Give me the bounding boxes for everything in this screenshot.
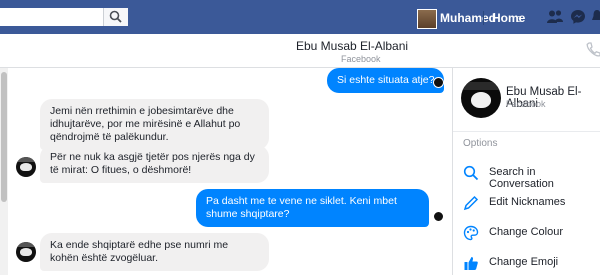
search-icon bbox=[463, 165, 479, 181]
search-icon bbox=[109, 10, 122, 23]
user-avatar[interactable] bbox=[417, 9, 437, 29]
divider bbox=[453, 131, 600, 132]
thumbs-up-icon bbox=[464, 257, 478, 270]
pencil-icon bbox=[463, 195, 479, 211]
option-label: Edit Nicknames bbox=[489, 196, 566, 208]
sender-avatar[interactable] bbox=[16, 157, 36, 177]
scrollbar-thumb[interactable] bbox=[1, 72, 7, 202]
sender-avatar[interactable] bbox=[16, 242, 36, 262]
home-badge: 3 bbox=[517, 15, 522, 24]
option-label: Change Emoji bbox=[489, 256, 559, 268]
message-incoming[interactable]: Jemi nën rrethimin e jobesimtarëve dhe i… bbox=[40, 99, 269, 150]
palette-icon bbox=[463, 225, 479, 241]
options-heading: Options bbox=[463, 138, 498, 149]
seen-avatar bbox=[433, 77, 444, 88]
option-label: Change Colour bbox=[489, 226, 563, 238]
conversation-details-panel: Ebu Musab El-Albani Facebook Options Sea… bbox=[452, 68, 600, 275]
option-edit-nicknames[interactable]: Edit Nicknames bbox=[463, 192, 600, 214]
option-search-in-conversation[interactable]: Search in Conversation bbox=[463, 162, 600, 190]
notifications-icon[interactable] bbox=[592, 9, 600, 25]
contact-avatar[interactable] bbox=[461, 78, 501, 118]
message-outgoing[interactable]: Pa dasht me te vene ne siklet. Keni mbet… bbox=[196, 189, 429, 227]
message-outgoing[interactable]: Si eshte situata atje? bbox=[327, 68, 445, 93]
option-change-emoji[interactable]: Change Emoji bbox=[463, 252, 600, 274]
contact-subtitle: Facebook bbox=[506, 99, 546, 109]
conversation-title[interactable]: Ebu Musab El-Albani bbox=[296, 39, 408, 53]
message-incoming[interactable]: Për ne nuk ka asgjë tjetër pos njerës ng… bbox=[40, 145, 269, 183]
message-incoming[interactable]: Ka ende shqiptarë edhe pse numri me kohë… bbox=[40, 233, 269, 271]
top-navigation-bar: Muhamed Home 3 bbox=[0, 0, 600, 34]
conversation-subtitle: Facebook bbox=[341, 54, 381, 64]
search-button[interactable] bbox=[103, 8, 128, 26]
option-change-colour[interactable]: Change Colour bbox=[463, 222, 600, 244]
option-label: Search in Conversation bbox=[489, 166, 554, 190]
messenger-icon[interactable] bbox=[570, 9, 586, 25]
conversation-header: Ebu Musab El-Albani Facebook bbox=[0, 34, 600, 68]
search-input[interactable] bbox=[0, 8, 128, 26]
friend-requests-icon[interactable] bbox=[546, 9, 564, 25]
divider bbox=[483, 11, 484, 25]
seen-avatar bbox=[433, 211, 444, 222]
profile-link[interactable]: Muhamed bbox=[440, 11, 496, 25]
phone-call-icon[interactable] bbox=[586, 42, 600, 58]
